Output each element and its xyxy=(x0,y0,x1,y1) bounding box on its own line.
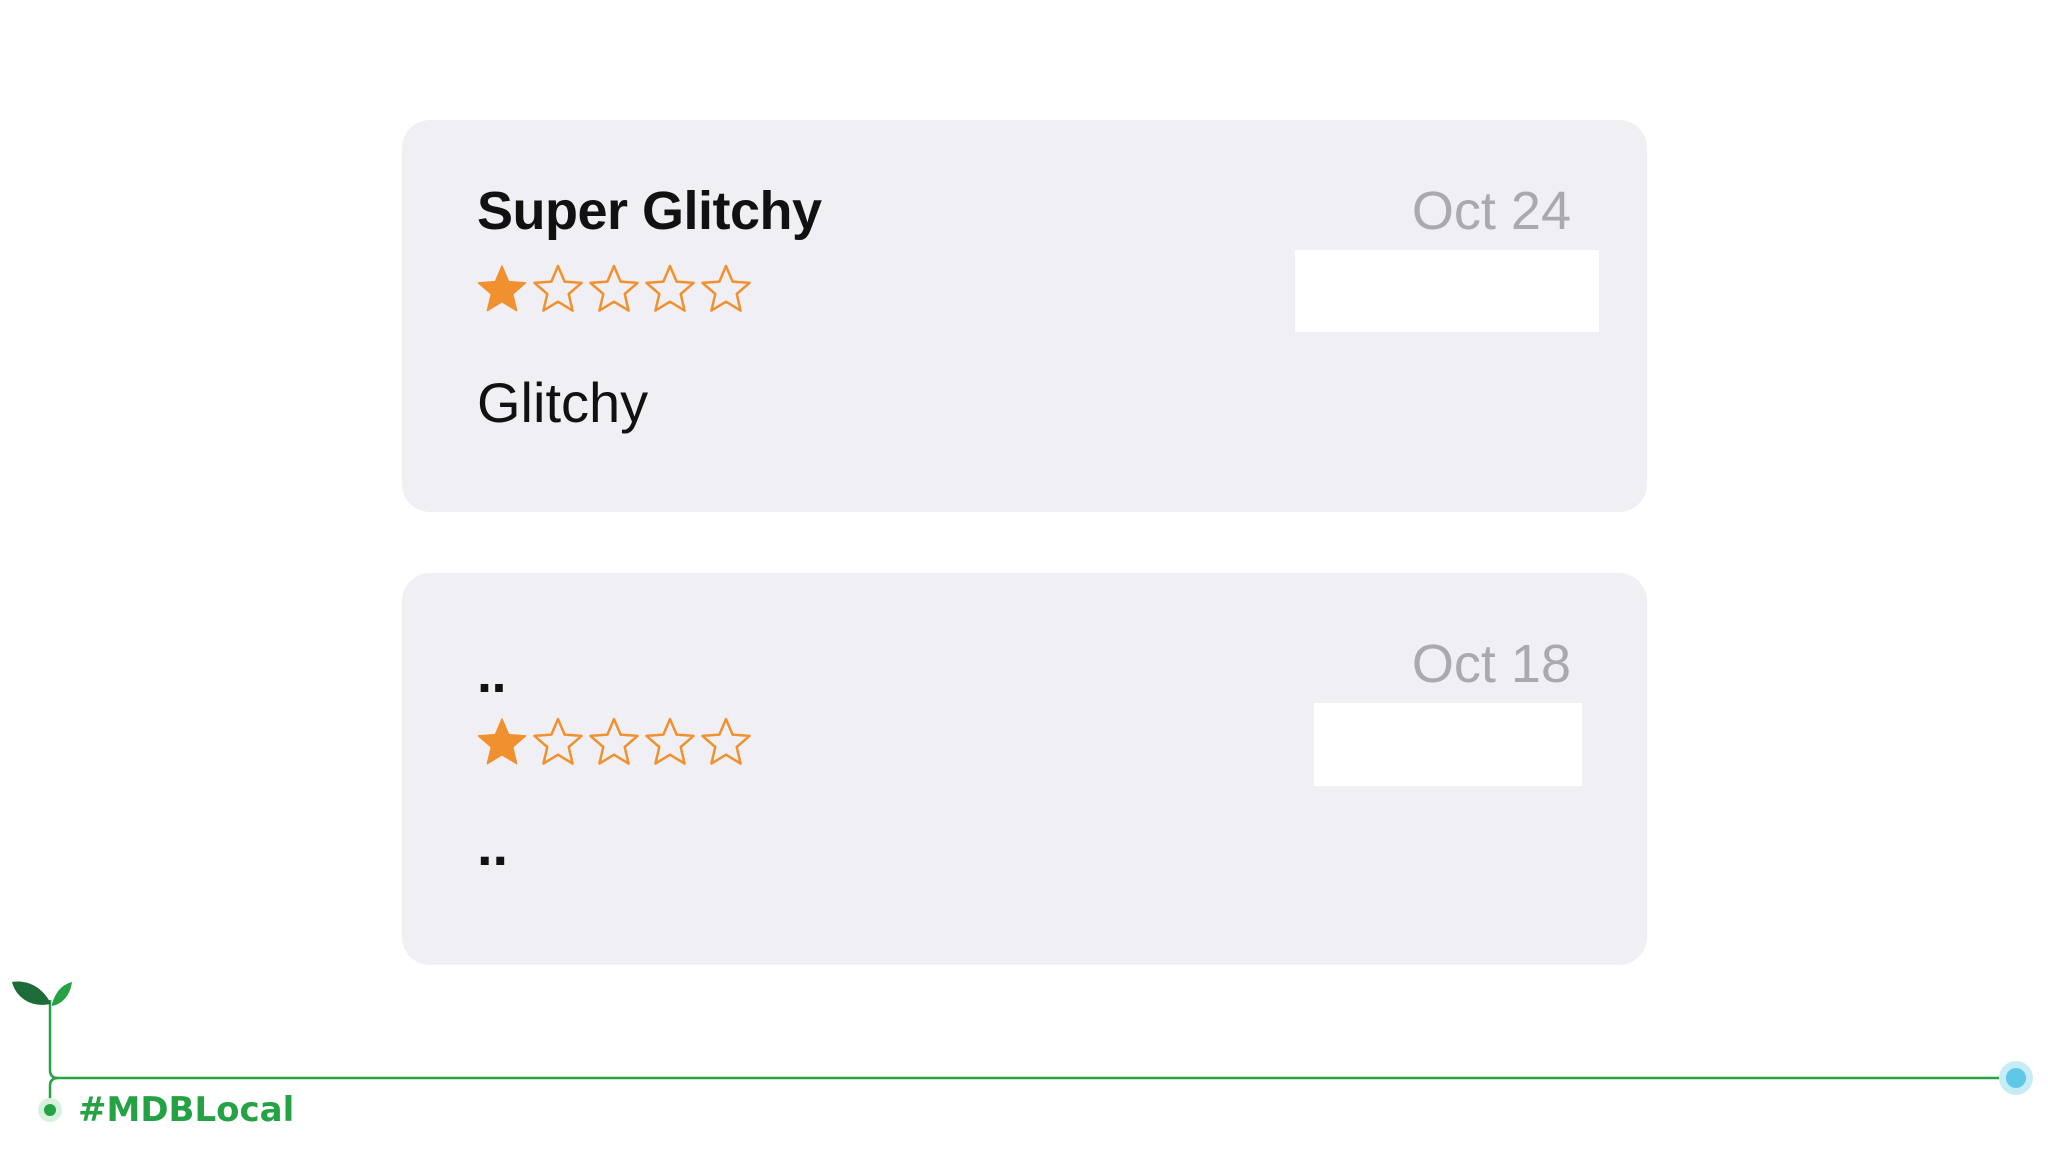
star-empty-icon xyxy=(701,717,751,765)
star-rating xyxy=(474,262,754,318)
star-empty-icon xyxy=(701,264,751,312)
star-empty-icon xyxy=(589,264,639,312)
review-body: Glitchy xyxy=(477,371,649,434)
redacted-author-box xyxy=(1314,703,1582,786)
sprout-icon xyxy=(12,981,72,1006)
review-card: Super Glitchy Oct 24 Glitchy xyxy=(402,120,1647,512)
star-empty-icon xyxy=(645,264,695,312)
timeline-graphic xyxy=(12,981,2033,1122)
timeline-line xyxy=(48,1000,2010,1080)
star-empty-icon xyxy=(645,717,695,765)
star-rating xyxy=(474,715,754,771)
review-card: .. Oct 18 .. xyxy=(402,573,1647,965)
review-title: Super Glitchy xyxy=(477,181,822,241)
review-date: Oct 24 xyxy=(1411,181,1571,241)
star-filled-icon xyxy=(477,718,527,765)
star-empty-icon xyxy=(589,717,639,765)
event-hashtag: #MDBLocal xyxy=(78,1090,295,1130)
review-body: .. xyxy=(477,814,509,877)
end-dot-icon xyxy=(2006,1068,2026,1088)
star-empty-icon xyxy=(533,717,583,765)
review-title: .. xyxy=(477,644,507,704)
star-empty-icon xyxy=(533,264,583,312)
event-branding-footer: #MDBLocal xyxy=(0,970,2048,1152)
redacted-author-box xyxy=(1295,250,1599,332)
star-filled-icon xyxy=(477,265,527,312)
start-dot-icon xyxy=(44,1104,56,1116)
review-date: Oct 18 xyxy=(1411,634,1571,694)
